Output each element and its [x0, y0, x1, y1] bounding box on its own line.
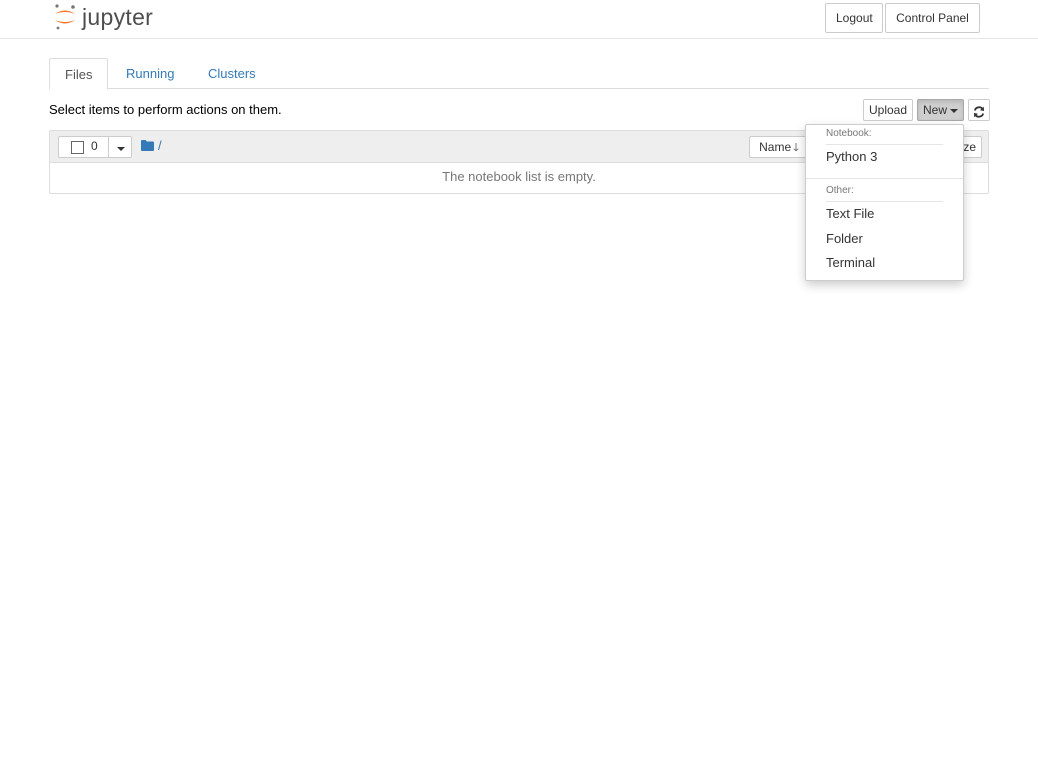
- tab-files[interactable]: Files: [49, 58, 108, 90]
- new-button[interactable]: New: [917, 99, 964, 121]
- refresh-icon: [973, 106, 985, 118]
- menu-item-python3[interactable]: Python 3: [806, 146, 963, 168]
- caret-down-icon: [117, 147, 125, 152]
- header: jupyter Logout Control Panel: [0, 0, 1038, 39]
- tab-bar: Files Running Clusters: [49, 58, 989, 90]
- new-button-label: New: [923, 103, 948, 117]
- select-hint: Select items to perform actions on them.: [49, 102, 282, 117]
- new-dropdown-menu: Notebook: Python 3 Other: Text File Fold…: [805, 124, 964, 281]
- folder-icon[interactable]: [141, 140, 154, 151]
- selected-count: 0: [91, 139, 98, 153]
- sort-by-name-button[interactable]: Name 🡓: [749, 136, 809, 158]
- control-panel-button[interactable]: Control Panel: [885, 3, 980, 33]
- menu-item-text-file[interactable]: Text File: [806, 203, 963, 225]
- menu-item-terminal[interactable]: Terminal: [806, 252, 963, 274]
- other-header: Other:: [826, 185, 854, 196]
- menu-item-folder[interactable]: Folder: [806, 228, 963, 250]
- jupyter-logo[interactable]: jupyter: [53, 3, 153, 31]
- select-all-checkbox[interactable]: [71, 141, 84, 154]
- logout-button[interactable]: Logout: [825, 3, 883, 33]
- upload-button[interactable]: Upload: [863, 99, 913, 121]
- arrow-down-icon: 🡓: [793, 142, 799, 154]
- select-dropdown-button[interactable]: [108, 136, 133, 158]
- tab-running[interactable]: Running: [111, 58, 189, 89]
- notebook-header-divider: [826, 144, 943, 145]
- select-all-group: 0: [58, 136, 132, 158]
- menu-divider: [806, 178, 963, 179]
- breadcrumb-root[interactable]: /: [158, 138, 162, 153]
- logo-text: jupyter: [82, 4, 154, 30]
- jupyter-logo-icon: [55, 4, 75, 30]
- other-header-divider: [826, 201, 943, 202]
- refresh-button[interactable]: [968, 99, 990, 121]
- caret-down-icon: [950, 108, 959, 113]
- sort-name-label: Name: [759, 140, 792, 154]
- tab-clusters[interactable]: Clusters: [193, 58, 271, 89]
- notebook-header: Notebook:: [826, 128, 872, 139]
